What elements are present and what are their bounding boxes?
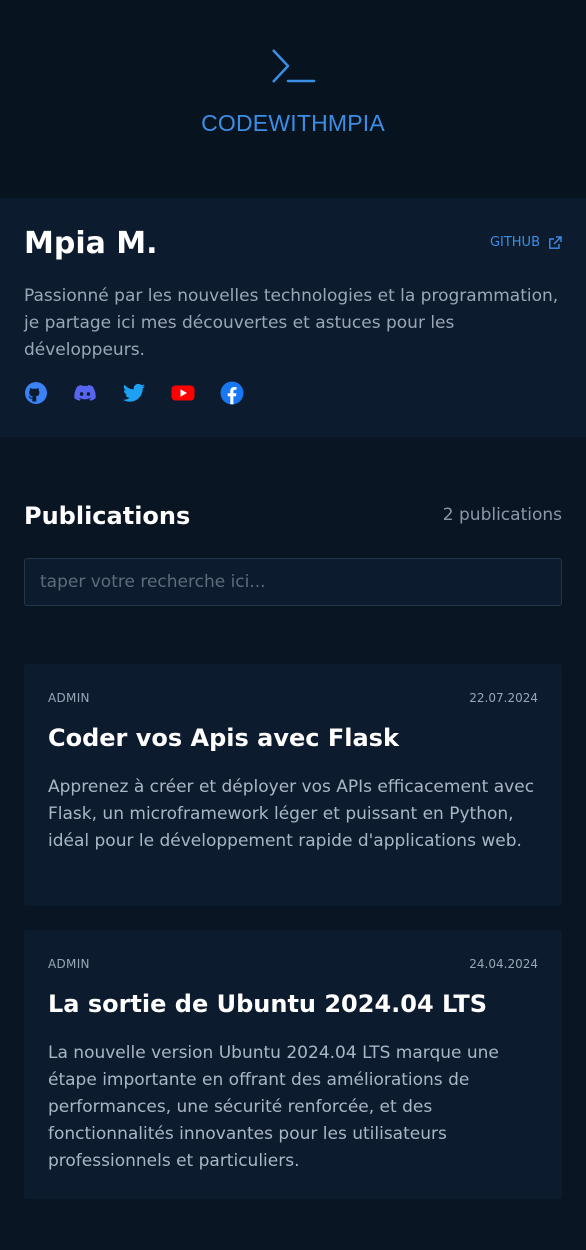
site-header: CODEWITHMPIA	[0, 0, 586, 198]
profile-bio: Passionné par les nouvelles technologies…	[24, 286, 559, 360]
post-excerpt: Apprenez à créer et déployer vos APIs ef…	[48, 777, 535, 851]
post-excerpt: La nouvelle version Ubuntu 2024.04 LTS m…	[48, 1043, 499, 1171]
external-link-icon	[549, 235, 562, 249]
facebook-social-link[interactable]	[220, 381, 244, 405]
discord-icon	[74, 385, 96, 401]
brand-name[interactable]: CODEWITHMPIA	[201, 110, 385, 137]
post-author: ADMIN	[48, 691, 90, 705]
post-card[interactable]: ADMIN 24.04.2024 La sortie de Ubuntu 202…	[24, 930, 562, 1199]
post-title[interactable]: Coder vos Apis avec Flask	[48, 724, 399, 752]
github-icon	[25, 382, 47, 404]
profile-name: Mpia M.	[24, 226, 158, 261]
youtube-icon	[171, 385, 195, 401]
social-links	[24, 381, 244, 405]
post-date: 22.07.2024	[469, 691, 538, 705]
facebook-icon	[220, 381, 244, 405]
terminal-prompt-icon[interactable]	[268, 46, 318, 86]
post-title[interactable]: La sortie de Ubuntu 2024.04 LTS	[48, 990, 487, 1018]
publications-title: Publications	[24, 502, 191, 530]
twitter-icon	[123, 383, 145, 402]
publications-count: 2 publications	[442, 505, 562, 525]
post-date: 24.04.2024	[469, 957, 538, 971]
post-card[interactable]: ADMIN 22.07.2024 Coder vos Apis avec Fla…	[24, 664, 562, 906]
search-input[interactable]	[24, 558, 562, 606]
twitter-social-link[interactable]	[122, 381, 146, 405]
discord-social-link[interactable]	[73, 381, 97, 405]
youtube-social-link[interactable]	[171, 381, 195, 405]
post-author: ADMIN	[48, 957, 90, 971]
github-social-link[interactable]	[24, 381, 48, 405]
github-link[interactable]: GITHUB	[490, 235, 562, 250]
github-link-label: GITHUB	[489, 235, 540, 250]
